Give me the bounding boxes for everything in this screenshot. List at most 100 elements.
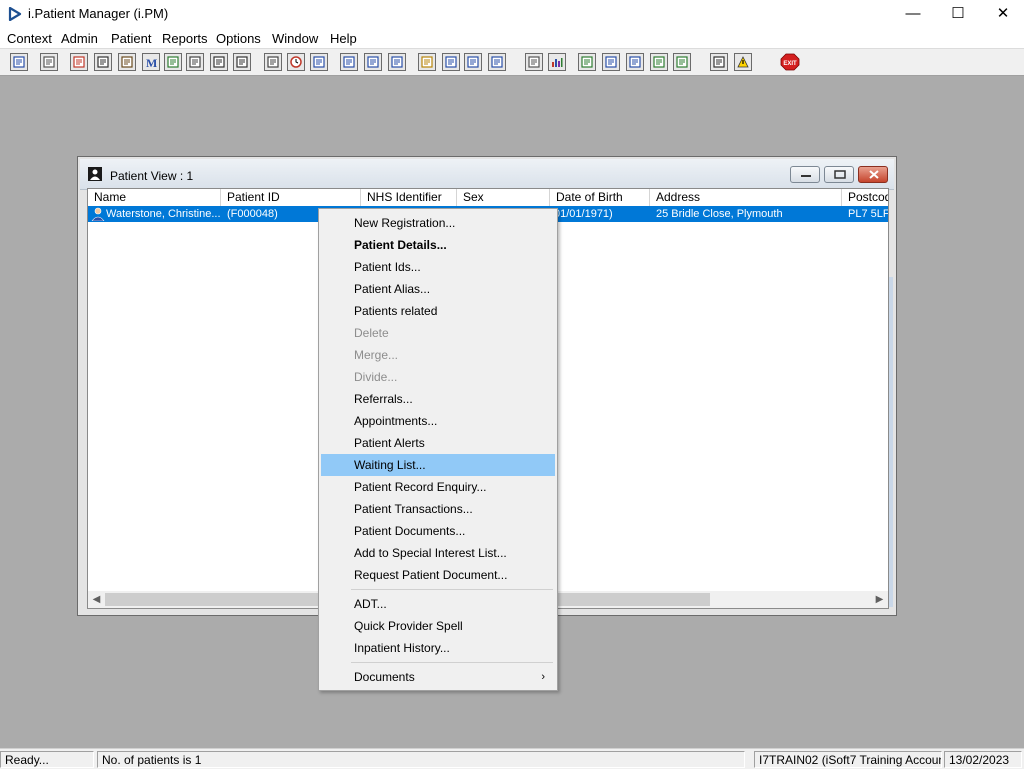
toolbar-button-5[interactable] — [118, 53, 136, 71]
date-label: 13/02/2023 — [944, 751, 1022, 768]
toolbar-button-19[interactable] — [464, 53, 482, 71]
column-sex[interactable]: Sex — [457, 189, 550, 206]
title-bar: i.Patient Manager (i.PM) — ☐ ✕ — [0, 0, 1024, 28]
menu-item-new-registration[interactable]: New Registration... — [321, 212, 555, 234]
column-date-of-birth[interactable]: Date of Birth — [550, 189, 650, 206]
menu-item-label: Request Patient Document... — [354, 568, 508, 582]
toolbar: M EXIT — [0, 48, 1024, 76]
toolbar-button-13[interactable] — [310, 53, 328, 71]
child-restore-button[interactable] — [824, 166, 854, 183]
toolbar-button-6[interactable]: M — [142, 53, 160, 71]
minimize-icon — [801, 175, 811, 177]
menu-item-quick-provider-spell[interactable]: Quick Provider Spell — [321, 615, 555, 637]
column-address[interactable]: Address — [650, 189, 842, 206]
menu-item-patient-documents[interactable]: Patient Documents... — [321, 520, 555, 542]
edit-icon — [491, 56, 503, 68]
menu-item-patients-related[interactable]: Patients related — [321, 300, 555, 322]
search-doc-icon — [267, 56, 279, 68]
menu-item-label: New Registration... — [354, 216, 456, 230]
toolbar-button-20[interactable] — [488, 53, 506, 71]
menu-item-label: Merge... — [354, 348, 399, 362]
swap-icon — [713, 56, 725, 68]
column-patient-id[interactable]: Patient ID — [221, 189, 361, 206]
toolbar-button-28[interactable] — [710, 53, 728, 71]
context-menu: New Registration... Patient Details... Pat… — [318, 208, 558, 691]
patient-view-icon — [88, 167, 102, 181]
exit-button[interactable]: EXIT — [780, 53, 800, 71]
menu-item-patient-alias[interactable]: Patient Alias... — [321, 278, 555, 300]
toolbar-button-17[interactable] — [418, 53, 436, 71]
menu-item-label: Patient Documents... — [354, 524, 466, 538]
menu-item-label: Patient Alias... — [354, 282, 431, 296]
cell-dob: 01/01/1971) — [554, 208, 613, 220]
toolbar-button-22[interactable] — [548, 53, 566, 71]
report-icon — [97, 56, 109, 68]
toolbar-button-21[interactable] — [525, 53, 543, 71]
toolbar-button-10[interactable] — [233, 53, 251, 71]
menu-separator — [351, 589, 553, 590]
menu-item-add-to-special-interest-list[interactable]: Add to Special Interest List... — [321, 542, 555, 564]
menu-item-patient-details[interactable]: Patient Details... — [321, 234, 555, 256]
toolbar-button-11[interactable] — [264, 53, 282, 71]
window-edge — [889, 277, 893, 607]
scroll-left-icon[interactable]: ◀ — [88, 591, 105, 608]
child-minimize-button[interactable] — [790, 166, 820, 183]
menu-item-patient-record-enquiry[interactable]: Patient Record Enquiry... — [321, 476, 555, 498]
menu-item-inpatient-history[interactable]: Inpatient History... — [321, 637, 555, 659]
menu-item-patient-alerts[interactable]: Patient Alerts — [321, 432, 555, 454]
clock-icon — [290, 56, 302, 68]
toolbar-button-25[interactable] — [626, 53, 644, 71]
menu-item-delete: Delete — [321, 322, 555, 344]
menu-options[interactable]: Options — [216, 31, 261, 46]
menu-item-referrals[interactable]: Referrals... — [321, 388, 555, 410]
toolbar-button-15[interactable] — [364, 53, 382, 71]
menu-item-appointments[interactable]: Appointments... — [321, 410, 555, 432]
toolbar-button-18[interactable] — [442, 53, 460, 71]
svg-text:M: M — [146, 56, 157, 68]
menu-context[interactable]: Context — [7, 31, 52, 46]
toolbar-button-3[interactable] — [70, 53, 88, 71]
menu-reports[interactable]: Reports — [162, 31, 208, 46]
menu-item-patient-ids[interactable]: Patient Ids... — [321, 256, 555, 278]
menu-item-label: Delete — [354, 326, 389, 340]
menu-item-waiting-list[interactable]: Waiting List... — [321, 454, 555, 476]
toolbar-button-27[interactable] — [673, 53, 691, 71]
menu-item-request-patient-document[interactable]: Request Patient Document... — [321, 564, 555, 586]
column-nhs-identifier[interactable]: NHS Identifier — [361, 189, 457, 206]
column-name[interactable]: Name — [88, 189, 221, 206]
menu-item-label: Appointments... — [354, 414, 438, 428]
disc-icon — [391, 56, 403, 68]
menu-item-documents[interactable]: Documents › — [321, 666, 555, 688]
toolbar-button-8[interactable] — [186, 53, 204, 71]
toolbar-button-26[interactable] — [650, 53, 668, 71]
toolbar-button-12[interactable] — [287, 53, 305, 71]
menu-help[interactable]: Help — [330, 31, 357, 46]
minimize-button[interactable]: — — [890, 0, 936, 28]
close-icon — [869, 170, 879, 179]
close-button[interactable]: ✕ — [980, 0, 1024, 28]
menu-item-adt[interactable]: ADT... — [321, 593, 555, 615]
card-icon — [213, 56, 225, 68]
menu-admin[interactable]: Admin — [61, 31, 98, 46]
print-icon — [467, 56, 479, 68]
toolbar-button-9[interactable] — [210, 53, 228, 71]
toolbar-button-7[interactable] — [164, 53, 182, 71]
toolbar-button-24[interactable] — [602, 53, 620, 71]
maximize-button[interactable]: ☐ — [935, 0, 981, 28]
toolbar-button-2[interactable] — [40, 53, 58, 71]
toolbar-button-23[interactable] — [578, 53, 596, 71]
toolbar-button-29[interactable] — [734, 53, 752, 71]
menu-patient[interactable]: Patient — [111, 31, 151, 46]
toolbar-button-16[interactable] — [388, 53, 406, 71]
toolbar-button-1[interactable] — [10, 53, 28, 71]
toolbar-button-14[interactable] — [340, 53, 358, 71]
menu-window[interactable]: Window — [272, 31, 318, 46]
menu-item-patient-transactions[interactable]: Patient Transactions... — [321, 498, 555, 520]
scroll-right-icon[interactable]: ▶ — [871, 591, 888, 608]
child-close-button[interactable] — [858, 166, 888, 183]
column-postcode[interactable]: Postcode — [842, 189, 888, 206]
menu-item-label: Divide... — [354, 370, 398, 384]
menu-item-label: Patients related — [354, 304, 438, 318]
menu-item-label: Documents — [354, 670, 415, 684]
toolbar-button-4[interactable] — [94, 53, 112, 71]
